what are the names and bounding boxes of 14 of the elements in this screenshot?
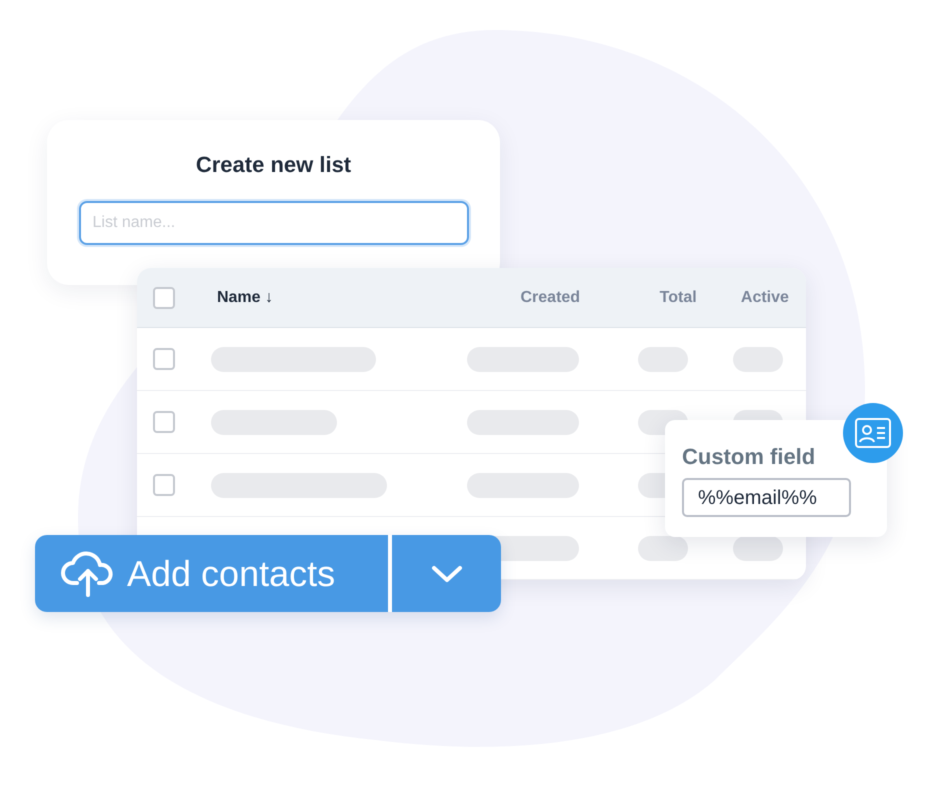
column-header[interactable]: Total: [660, 286, 697, 310]
card-title: Custom field: [682, 443, 816, 471]
add-contacts-button[interactable]: Add contacts: [35, 535, 388, 612]
checkbox[interactable]: [153, 474, 175, 496]
column-header[interactable]: Active: [740, 286, 789, 310]
cloud-upload-icon: [61, 550, 115, 596]
checkbox[interactable]: [153, 411, 175, 433]
column-header[interactable]: Name ↓: [216, 286, 273, 310]
checkbox[interactable]: [153, 286, 175, 308]
card-title: Create new list: [196, 151, 352, 179]
custom-field-input[interactable]: %%email%%: [682, 478, 851, 517]
checkbox[interactable]: [153, 348, 175, 370]
column-header[interactable]: Created: [520, 286, 580, 310]
chevron-down-icon: [430, 564, 462, 584]
